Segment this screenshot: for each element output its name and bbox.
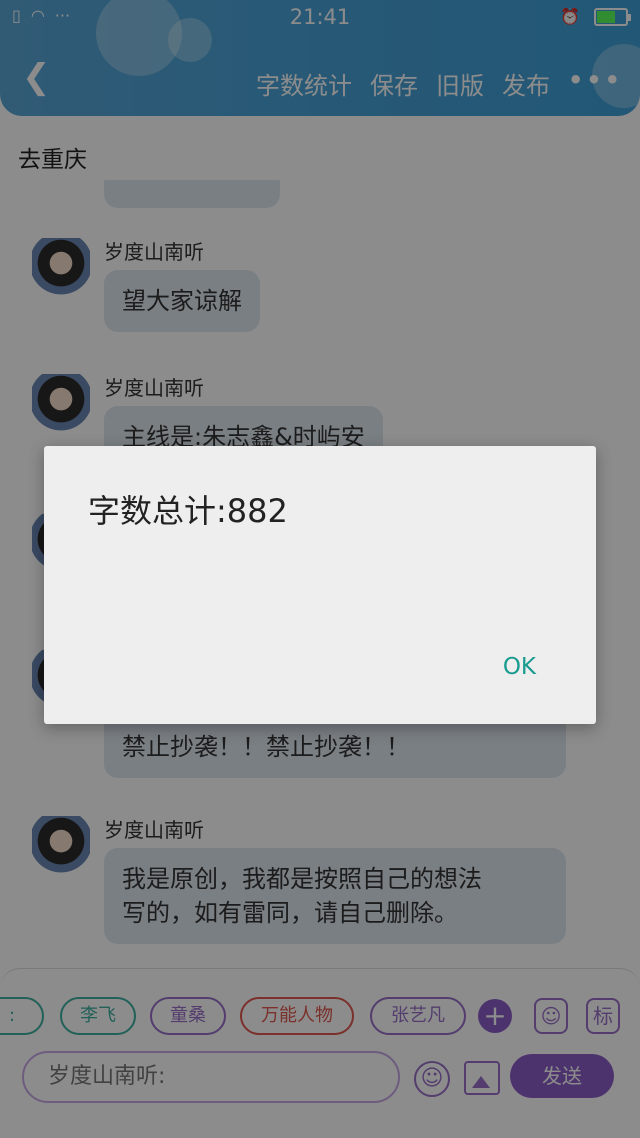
- ok-button[interactable]: OK: [503, 654, 536, 680]
- dialog-message: 字数总计:882: [88, 492, 288, 530]
- word-count-dialog: 字数总计:882 OK: [44, 446, 596, 724]
